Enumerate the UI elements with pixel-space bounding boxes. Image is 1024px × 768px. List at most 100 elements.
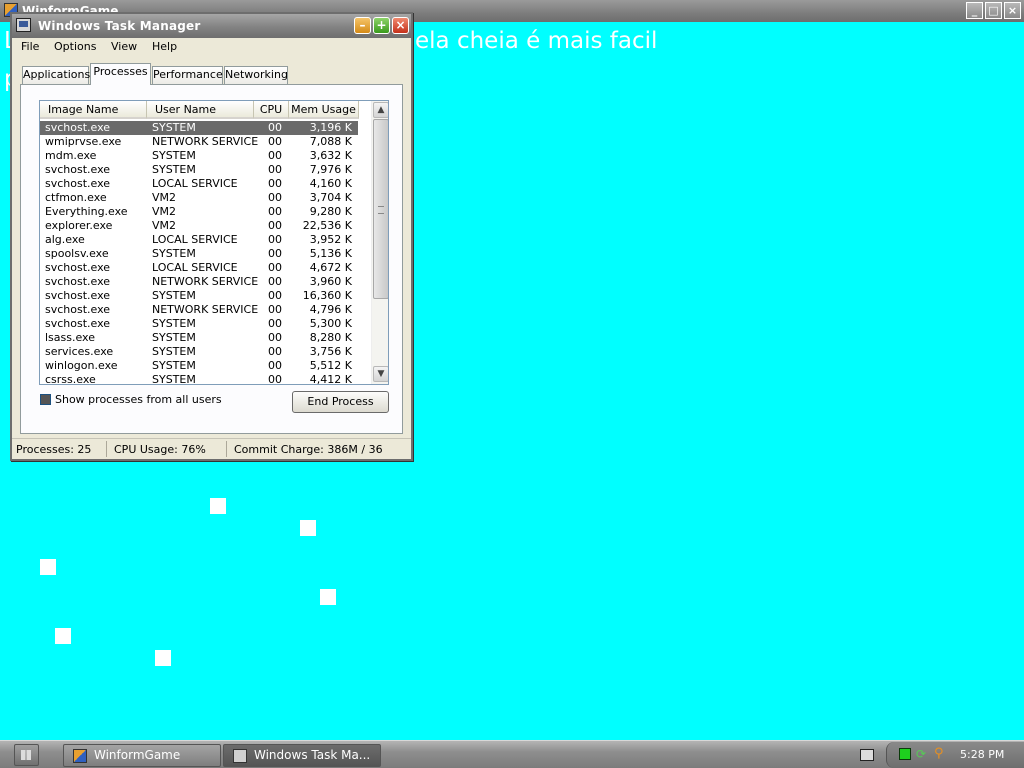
cell-mem-usage: 5,512 K bbox=[309, 359, 352, 372]
cell-cpu: 00 bbox=[268, 177, 282, 190]
vertical-scrollbar[interactable]: ▲ ▼ bbox=[371, 101, 388, 384]
cell-mem-usage: 22,536 K bbox=[302, 219, 352, 232]
cell-cpu: 00 bbox=[268, 317, 282, 330]
table-row[interactable]: svchost.exe SYSTEM 00 7,976 K bbox=[40, 163, 358, 177]
cell-mem-usage: 5,300 K bbox=[309, 317, 352, 330]
table-row[interactable]: Everything.exe VM2 00 9,280 K bbox=[40, 205, 358, 219]
table-row[interactable]: svchost.exe SYSTEM 00 16,360 K bbox=[40, 289, 358, 303]
cell-cpu: 00 bbox=[268, 233, 282, 246]
menu-file[interactable]: File bbox=[21, 40, 39, 53]
cell-user-name: LOCAL SERVICE bbox=[152, 261, 238, 274]
cell-cpu: 00 bbox=[268, 289, 282, 302]
cell-cpu: 00 bbox=[268, 135, 282, 148]
table-row[interactable]: svchost.exe NETWORK SERVICE 00 3,960 K bbox=[40, 275, 358, 289]
cell-cpu: 00 bbox=[268, 345, 282, 358]
task-manager-icon bbox=[233, 749, 247, 763]
tab-networking[interactable]: Networking bbox=[224, 66, 288, 84]
close-icon[interactable]: × bbox=[392, 17, 409, 34]
cell-user-name: SYSTEM bbox=[152, 373, 196, 385]
maximize-icon[interactable]: + bbox=[373, 17, 390, 34]
cell-cpu: 00 bbox=[268, 121, 282, 134]
search-icon[interactable]: ⚲ bbox=[934, 747, 946, 760]
scroll-up-icon[interactable]: ▲ bbox=[373, 102, 388, 118]
close-icon[interactable]: × bbox=[1004, 2, 1021, 19]
status-divider bbox=[106, 441, 107, 457]
task-manager-titlebar[interactable]: Windows Task Manager – + × bbox=[12, 14, 411, 38]
cell-image-name: mdm.exe bbox=[45, 149, 97, 162]
scroll-down-icon[interactable]: ▼ bbox=[373, 366, 388, 382]
table-row[interactable]: svchost.exe NETWORK SERVICE 00 4,796 K bbox=[40, 303, 358, 317]
table-row[interactable]: explorer.exe VM2 00 22,536 K bbox=[40, 219, 358, 233]
end-process-button[interactable]: End Process bbox=[292, 391, 389, 413]
column-cpu[interactable]: CPU bbox=[254, 101, 289, 119]
table-row[interactable]: services.exe SYSTEM 00 3,756 K bbox=[40, 345, 358, 359]
cell-user-name: NETWORK SERVICE bbox=[152, 303, 259, 316]
cell-image-name: svchost.exe bbox=[45, 275, 111, 288]
taskbar-button-winformgame[interactable]: WinformGame bbox=[63, 744, 221, 767]
status-commit: Commit Charge: 386M / 36 bbox=[234, 443, 383, 456]
cell-image-name: svchost.exe bbox=[45, 261, 111, 274]
cell-mem-usage: 4,160 K bbox=[309, 177, 352, 190]
keyboard-icon[interactable] bbox=[860, 749, 874, 761]
cell-cpu: 00 bbox=[268, 149, 282, 162]
table-row[interactable]: spoolsv.exe SYSTEM 00 5,136 K bbox=[40, 247, 358, 261]
column-image-name[interactable]: Image Name bbox=[40, 101, 147, 119]
minimize-icon[interactable]: _ bbox=[966, 2, 983, 19]
table-row[interactable]: wmiprvse.exe NETWORK SERVICE 00 7,088 K bbox=[40, 135, 358, 149]
cell-mem-usage: 3,632 K bbox=[309, 149, 352, 162]
table-row[interactable]: lsass.exe SYSTEM 00 8,280 K bbox=[40, 331, 358, 345]
cell-user-name: VM2 bbox=[152, 219, 177, 232]
tab-performance[interactable]: Performance bbox=[152, 66, 223, 84]
status-processes: Processes: 25 bbox=[16, 443, 92, 456]
menu-view[interactable]: View bbox=[111, 40, 137, 53]
start-button[interactable] bbox=[14, 744, 39, 766]
table-row[interactable]: svchost.exe LOCAL SERVICE 00 4,160 K bbox=[40, 177, 358, 191]
process-list[interactable]: Image Name User Name CPU Mem Usage svcho… bbox=[39, 100, 389, 385]
taskbar-button-task-manager[interactable]: Windows Task Ma... bbox=[223, 744, 381, 767]
tab-applications[interactable]: Applications bbox=[22, 66, 90, 84]
cell-cpu: 00 bbox=[268, 219, 282, 232]
table-row[interactable]: svchost.exe LOCAL SERVICE 00 4,672 K bbox=[40, 261, 358, 275]
status-cpu: CPU Usage: 76% bbox=[114, 443, 206, 456]
clock[interactable]: 5:28 PM bbox=[960, 748, 1004, 761]
menu-options[interactable]: Options bbox=[54, 40, 96, 53]
cell-image-name: svchost.exe bbox=[45, 177, 111, 190]
cell-cpu: 00 bbox=[268, 247, 282, 260]
task-manager-icon bbox=[16, 18, 31, 32]
table-row[interactable]: alg.exe LOCAL SERVICE 00 3,952 K bbox=[40, 233, 358, 247]
sync-icon[interactable]: ⟳ bbox=[916, 748, 928, 760]
column-user-name[interactable]: User Name bbox=[147, 101, 254, 119]
table-row[interactable]: svchost.exe SYSTEM 00 5,300 K bbox=[40, 317, 358, 331]
show-all-label: Show processes from all users bbox=[55, 393, 222, 406]
cell-cpu: 00 bbox=[268, 205, 282, 218]
maximize-icon[interactable]: □ bbox=[985, 2, 1002, 19]
cell-user-name: VM2 bbox=[152, 191, 177, 204]
table-row[interactable]: winlogon.exe SYSTEM 00 5,512 K bbox=[40, 359, 358, 373]
table-row[interactable]: csrss.exe SYSTEM 00 4,412 K bbox=[40, 373, 358, 385]
system-tray: ⟳ ⚲ 5:28 PM bbox=[886, 742, 1024, 768]
cell-cpu: 00 bbox=[268, 373, 282, 385]
cell-user-name: SYSTEM bbox=[152, 289, 196, 302]
menu-help[interactable]: Help bbox=[152, 40, 177, 53]
scroll-thumb[interactable] bbox=[373, 119, 388, 299]
status-bar: Processes: 25 CPU Usage: 76% Commit Char… bbox=[12, 438, 411, 459]
cell-cpu: 00 bbox=[268, 331, 282, 344]
cell-user-name: SYSTEM bbox=[152, 317, 196, 330]
table-row[interactable]: ctfmon.exe VM2 00 3,704 K bbox=[40, 191, 358, 205]
game-square bbox=[320, 589, 336, 605]
table-row[interactable]: mdm.exe SYSTEM 00 3,632 K bbox=[40, 149, 358, 163]
menu-bar: File Options View Help bbox=[12, 38, 411, 56]
cell-user-name: SYSTEM bbox=[152, 163, 196, 176]
checkbox-icon[interactable] bbox=[40, 394, 51, 405]
taskbar-label: WinformGame bbox=[94, 748, 181, 762]
column-mem-usage[interactable]: Mem Usage bbox=[289, 101, 359, 119]
network-icon[interactable] bbox=[899, 748, 911, 760]
table-row[interactable]: svchost.exe SYSTEM 00 3,196 K bbox=[40, 121, 358, 135]
tab-processes[interactable]: Processes bbox=[90, 63, 151, 85]
minimize-icon[interactable]: – bbox=[354, 17, 371, 34]
cell-user-name: SYSTEM bbox=[152, 359, 196, 372]
winformgame-icon bbox=[73, 749, 87, 763]
cell-mem-usage: 3,960 K bbox=[309, 275, 352, 288]
status-divider bbox=[226, 441, 227, 457]
game-square bbox=[55, 628, 71, 644]
